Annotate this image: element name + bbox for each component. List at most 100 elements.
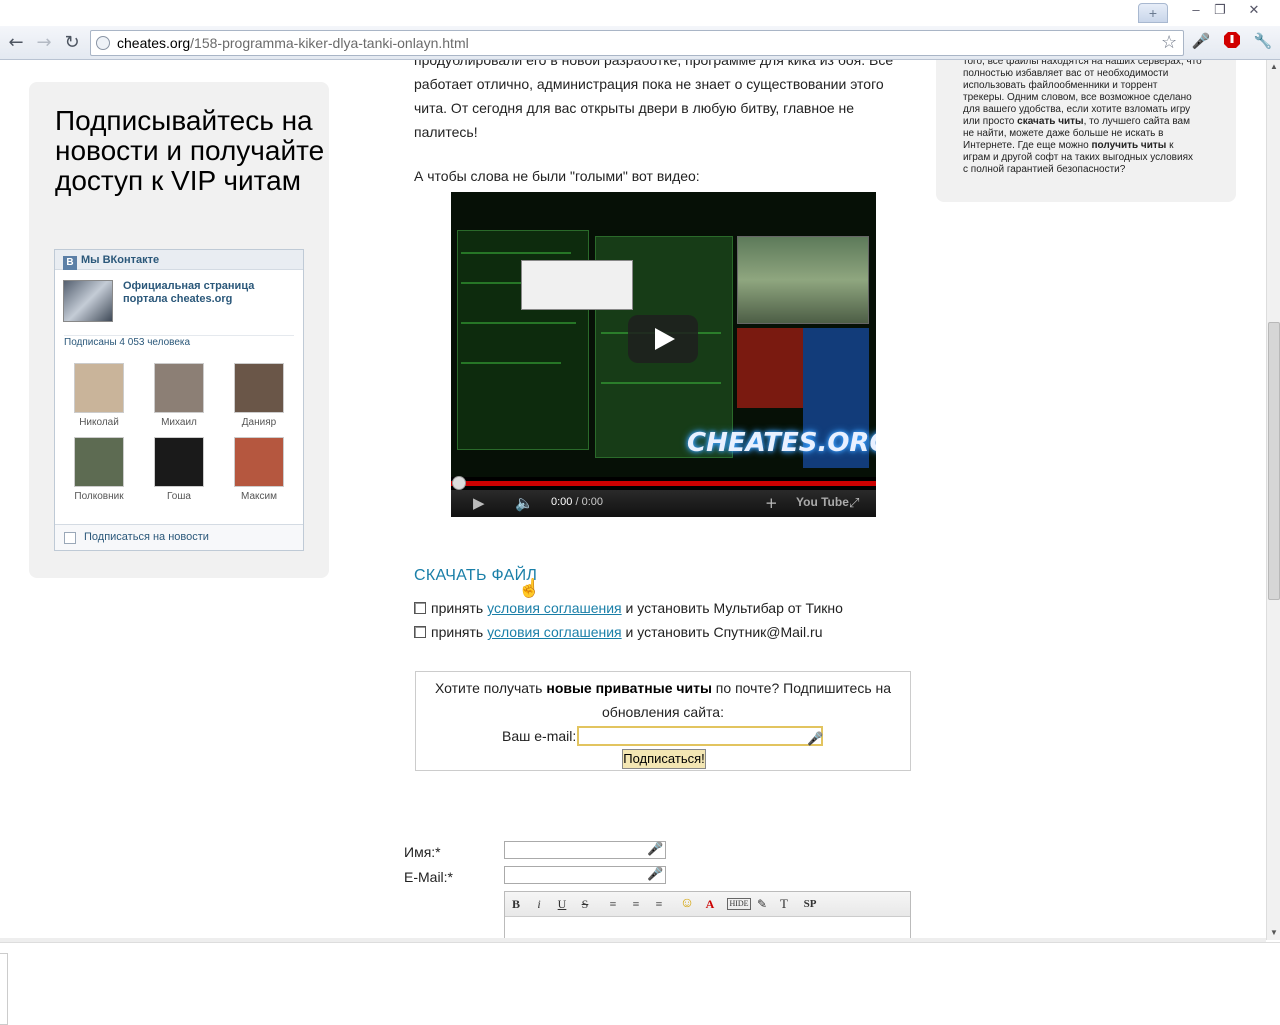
- wrench-icon[interactable]: 🔧: [1252, 31, 1274, 53]
- vk-widget: В Мы ВКонтакте Официальная страница порта…: [54, 249, 304, 551]
- vk-member[interactable]: Гоша: [144, 437, 214, 502]
- add-icon[interactable]: +: [765, 494, 778, 512]
- subscribe-button[interactable]: Подписаться!: [622, 749, 706, 769]
- video-scene-panel: [737, 328, 803, 408]
- video-controls: ▶ 🔈 0:00 / 0:00 + You Tube ⤢: [451, 490, 876, 517]
- email-label: Ваш e-mail:: [502, 728, 577, 744]
- browser-toolbar: ← → ↻ cheates.org/158-programma-kiker-dl…: [0, 26, 1280, 60]
- avatar: [154, 437, 204, 487]
- smiley-icon[interactable]: ☺: [678, 896, 696, 912]
- name-input[interactable]: 🎤: [504, 841, 666, 859]
- avatar: [74, 437, 124, 487]
- subscribe-prompt: Хотите получать новые приватные читы по …: [434, 680, 892, 720]
- fullscreen-icon[interactable]: ⤢: [849, 496, 859, 511]
- video-scrubber-knob[interactable]: [452, 476, 466, 490]
- email-input[interactable]: 🎤: [577, 726, 823, 747]
- play-overlay-button[interactable]: [628, 315, 698, 363]
- minimize-button[interactable]: –: [1184, 2, 1208, 18]
- avatar: [234, 437, 284, 487]
- window-edge: [0, 953, 8, 1025]
- vk-member[interactable]: Данияр: [224, 363, 294, 428]
- globe-icon: [96, 36, 110, 50]
- vertical-scrollbar[interactable]: ▲ ▼: [1266, 60, 1280, 940]
- vk-subscribe-label[interactable]: Подписаться на новости: [84, 531, 209, 543]
- agreement-checkbox[interactable]: [414, 626, 426, 638]
- url-text: cheates.org/158-programma-kiker-dlya-tan…: [117, 35, 469, 51]
- text-format-icon[interactable]: T: [775, 896, 793, 912]
- microphone-icon[interactable]: 🎤: [807, 728, 823, 752]
- vk-group-avatar[interactable]: [63, 280, 113, 322]
- right-sidebar-text: того, все файлы находятся на наших серве…: [963, 60, 1202, 175]
- agreement-checkbox[interactable]: [414, 602, 426, 614]
- comment-email-input[interactable]: 🎤: [504, 866, 666, 884]
- video-player[interactable]: CHEATES.ORG ▶ 🔈 0:00 / 0:00 + You Tube ⤢: [451, 192, 876, 517]
- address-bar[interactable]: cheates.org/158-programma-kiker-dlya-tan…: [90, 30, 1184, 56]
- window-bottom: [0, 942, 1280, 1025]
- vk-member[interactable]: Николай: [64, 363, 134, 428]
- volume-icon[interactable]: 🔈: [515, 494, 534, 512]
- back-icon[interactable]: ←: [5, 32, 27, 54]
- hide-icon[interactable]: HIDE: [727, 898, 751, 910]
- text-color-icon[interactable]: A: [701, 896, 719, 912]
- scrollbar-thumb[interactable]: [1268, 322, 1280, 600]
- underline-icon[interactable]: U: [553, 896, 571, 912]
- web-page: Подписывайтесь на новости и получайте до…: [0, 60, 1266, 938]
- video-frame[interactable]: CHEATES.ORG: [451, 192, 876, 477]
- vk-header[interactable]: В Мы ВКонтакте: [55, 250, 303, 270]
- editor-toolbar: B i U S ≡ ≡ ≡ ☺ A HIDE ✎ T SP: [505, 892, 910, 917]
- email-label: E-Mail:*: [404, 869, 454, 885]
- vk-subscribe-checkbox[interactable]: [64, 532, 76, 544]
- subscribe-title: Подписывайтесь на новости и получайте до…: [55, 105, 325, 196]
- window-titlebar: + – ❐ ✕: [0, 0, 1280, 26]
- vk-page-link[interactable]: Официальная страница портала cheates.org: [123, 280, 293, 306]
- microphone-icon[interactable]: 🎤: [1190, 31, 1212, 53]
- youtube-logo[interactable]: You Tube: [796, 495, 849, 509]
- vk-member[interactable]: Полковник: [64, 437, 134, 502]
- bold-icon[interactable]: B: [507, 896, 525, 912]
- align-center-icon[interactable]: ≡: [627, 896, 645, 912]
- divider: [64, 335, 294, 336]
- microphone-icon[interactable]: 🎤: [647, 842, 663, 857]
- article-paragraph: продублировали его в новой разработке, п…: [414, 60, 894, 140]
- edit-icon[interactable]: ✎: [753, 896, 771, 912]
- left-sidebar: Подписывайтесь на новости и получайте до…: [29, 82, 329, 578]
- vk-subscriber-count[interactable]: Подписаны 4 053 человека: [64, 337, 190, 348]
- video-scene-line: [601, 382, 721, 384]
- avatar: [154, 363, 204, 413]
- comment-editor[interactable]: B i U S ≡ ≡ ≡ ☺ A HIDE ✎ T SP: [504, 891, 911, 938]
- close-window-button[interactable]: ✕: [1242, 2, 1266, 18]
- spoiler-icon[interactable]: SP: [798, 896, 822, 912]
- align-left-icon[interactable]: ≡: [604, 896, 622, 912]
- scroll-up-icon[interactable]: ▲: [1267, 60, 1280, 74]
- adblock-icon[interactable]: [1221, 31, 1243, 53]
- agreement-row: принять условия соглашения и установить …: [414, 600, 843, 616]
- right-sidebar: того, все файлы находятся на наших серве…: [936, 60, 1236, 202]
- play-icon[interactable]: ▶: [473, 494, 485, 512]
- vk-footer: Подписаться на новости: [55, 524, 303, 550]
- email-subscribe-box: Хотите получать новые приватные читы по …: [415, 671, 911, 771]
- forward-icon[interactable]: →: [33, 32, 55, 54]
- vk-member[interactable]: Михаил: [144, 363, 214, 428]
- scroll-down-icon[interactable]: ▼: [1267, 926, 1280, 940]
- video-scene-dialog: [521, 260, 633, 310]
- align-right-icon[interactable]: ≡: [650, 896, 668, 912]
- avatar: [234, 363, 284, 413]
- video-scene-line: [461, 322, 576, 324]
- italic-icon[interactable]: i: [530, 896, 548, 912]
- video-watermark: CHEATES.ORG: [687, 428, 876, 458]
- terms-link[interactable]: условия соглашения: [487, 600, 622, 616]
- hand-cursor-icon: ☝: [518, 578, 541, 598]
- video-scene-panel: [737, 236, 869, 324]
- video-progress-bar[interactable]: [451, 481, 876, 486]
- video-time: 0:00 / 0:00: [551, 496, 603, 508]
- new-tab-button[interactable]: +: [1138, 3, 1168, 23]
- bookmark-star-icon[interactable]: ☆: [1161, 32, 1177, 53]
- video-scene-line: [461, 252, 571, 254]
- maximize-button[interactable]: ❐: [1208, 2, 1232, 18]
- terms-link[interactable]: условия соглашения: [487, 624, 622, 640]
- microphone-icon[interactable]: 🎤: [647, 867, 663, 882]
- agreement-row: принять условия соглашения и установить …: [414, 624, 823, 640]
- strikethrough-icon[interactable]: S: [576, 896, 594, 912]
- vk-member[interactable]: Максим: [224, 437, 294, 502]
- reload-icon[interactable]: ↻: [61, 32, 83, 54]
